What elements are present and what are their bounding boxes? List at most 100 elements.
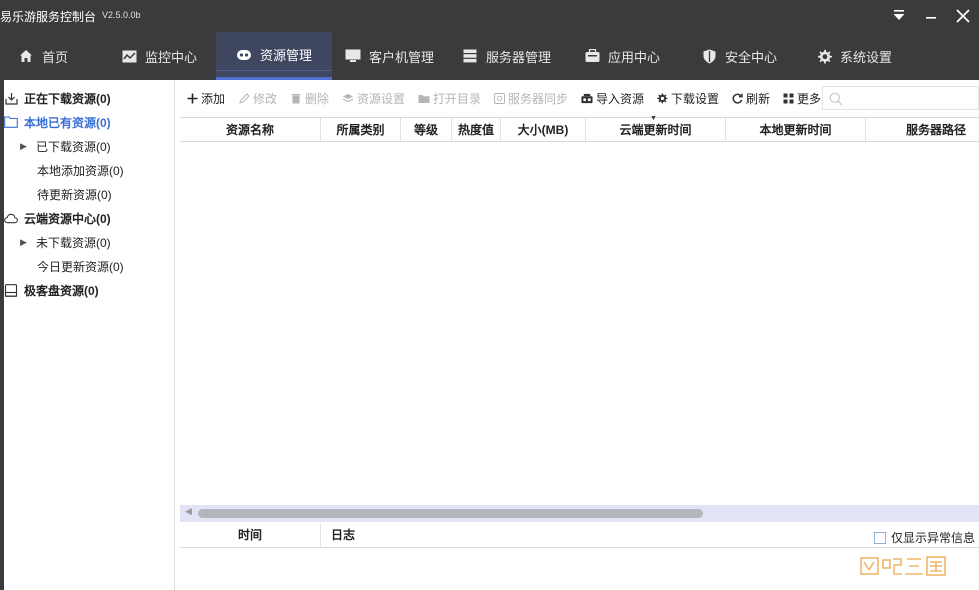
refresh-label: 刷新 xyxy=(746,91,771,106)
nav-client[interactable]: 客户机管理 xyxy=(345,32,434,80)
tree-label: 极客盘资源(0) xyxy=(24,283,99,298)
tree-node-local[interactable]: 本地已有资源(0) xyxy=(4,110,111,134)
grid-icon xyxy=(783,92,794,104)
gear-icon xyxy=(816,48,832,64)
tree-node-geek-disk[interactable]: 极客盘资源(0) xyxy=(4,278,99,302)
resource-settings-label: 资源设置 xyxy=(357,91,406,106)
tree-label: 待更新资源(0) xyxy=(37,187,112,202)
tree-node-cloud[interactable]: 云端资源中心(0) xyxy=(4,206,111,230)
add-label: 添加 xyxy=(201,91,226,106)
nav-resource[interactable]: 资源管理 xyxy=(216,32,332,80)
edit-label: 修改 xyxy=(253,91,278,106)
nav-label: 安全中心 xyxy=(725,49,778,65)
import-resource-label: 导入资源 xyxy=(596,91,645,106)
refresh-button[interactable]: 刷新 xyxy=(731,85,770,111)
nav-settings[interactable]: 系统设置 xyxy=(816,32,892,80)
pencil-icon xyxy=(238,92,250,104)
nav-security[interactable]: 安全中心 xyxy=(701,32,777,80)
column-header-name[interactable]: 资源名称 xyxy=(180,118,321,142)
folder-open-icon xyxy=(418,92,430,104)
app-version: V2.5.0.0b xyxy=(102,10,141,20)
column-header-level[interactable]: 等级 xyxy=(401,118,452,142)
delete-button[interactable]: 删除 xyxy=(290,85,329,111)
minimize-icon xyxy=(926,17,936,19)
disk-icon xyxy=(4,283,18,297)
download-settings-button[interactable]: 下载设置 xyxy=(656,85,719,111)
tree-label: 本地添加资源(0) xyxy=(37,163,124,178)
column-header-category[interactable]: 所属类别 xyxy=(321,118,401,142)
tree-node-pending-update[interactable]: 待更新资源(0) xyxy=(37,182,112,206)
tree-label: 未下载资源(0) xyxy=(36,235,111,250)
tree-node-not-downloaded[interactable]: ▶ 未下载资源(0) xyxy=(20,230,111,254)
resource-grid: 资源名称 所属类别 等级 热度值 大小(MB) 云端更新时间 本地更新时间 服务… xyxy=(180,115,979,505)
column-header-local-update[interactable]: 本地更新时间 xyxy=(726,118,866,142)
more-button[interactable]: 更多 xyxy=(783,85,821,111)
refresh-icon xyxy=(731,92,743,104)
nav-label: 首页 xyxy=(42,49,69,65)
open-directory-button[interactable]: 打开目录 xyxy=(418,85,481,111)
open-directory-label: 打开目录 xyxy=(433,91,482,106)
download-settings-label: 下载设置 xyxy=(671,91,720,106)
nav-server[interactable]: 服务器管理 xyxy=(462,32,551,80)
expand-arrow-icon[interactable]: ▶ xyxy=(20,141,28,152)
tree-label: 本地已有资源(0) xyxy=(24,115,111,130)
desktop-icon xyxy=(345,48,361,64)
search-input[interactable] xyxy=(822,86,979,110)
nav-monitor[interactable]: 监控中心 xyxy=(121,32,197,80)
scroll-left-icon[interactable]: ◀ xyxy=(185,506,192,517)
resource-tree: 正在下载资源(0) 本地已有资源(0) ▶ 已下载资源(0) 本地添加资源(0)… xyxy=(0,80,175,590)
column-header-heat[interactable]: 热度值 xyxy=(452,118,501,142)
caret-down-icon xyxy=(893,10,905,20)
minimize-button[interactable] xyxy=(921,6,941,26)
checkbox-box[interactable] xyxy=(874,531,886,544)
tree-label: 今日更新资源(0) xyxy=(37,259,124,274)
add-button[interactable]: 添加 xyxy=(186,85,225,111)
server-sync-label: 服务器同步 xyxy=(508,91,569,106)
column-header-log[interactable]: 日志 xyxy=(331,523,355,548)
tree-label: 正在下载资源(0) xyxy=(24,91,111,106)
nav-label: 服务器管理 xyxy=(486,49,552,65)
horizontal-scrollbar[interactable]: ◀ xyxy=(180,505,979,522)
layers-icon xyxy=(342,92,354,104)
delete-label: 删除 xyxy=(305,91,330,106)
sort-descending-icon: ▼ xyxy=(650,115,657,122)
edit-button[interactable]: 修改 xyxy=(238,85,277,111)
tree-label: 云端资源中心(0) xyxy=(24,211,111,226)
shield-icon xyxy=(701,48,717,64)
close-icon xyxy=(956,9,970,23)
gear-small-icon xyxy=(656,92,668,104)
column-header-size[interactable]: 大小(MB) xyxy=(501,118,586,142)
home-icon xyxy=(18,48,34,64)
expand-arrow-icon[interactable]: ▶ xyxy=(20,237,28,248)
nav-label: 资源管理 xyxy=(259,48,312,63)
import-icon xyxy=(581,92,593,104)
folder-icon xyxy=(4,115,18,129)
title-bar: 易乐游服务控制台 V2.5.0.0b xyxy=(0,0,979,32)
import-resource-button[interactable]: 导入资源 xyxy=(581,85,644,111)
tree-node-downloading[interactable]: 正在下载资源(0) xyxy=(4,86,111,110)
column-header-time[interactable]: 时间 xyxy=(180,523,321,548)
server-sync-button[interactable]: 服务器同步 xyxy=(493,85,568,111)
trash-icon xyxy=(290,92,302,104)
close-button[interactable] xyxy=(953,6,973,26)
monitor-chart-icon xyxy=(121,48,137,64)
server-icon xyxy=(462,48,478,64)
search-icon xyxy=(829,92,843,109)
cloud-icon xyxy=(4,211,18,225)
app-title: 易乐游服务控制台 xyxy=(0,10,97,24)
dropdown-menu-button[interactable] xyxy=(889,6,909,26)
log-header: 时间 日志 仅显示异常信息 xyxy=(180,523,979,548)
app-box-icon xyxy=(584,48,600,64)
tree-node-downloaded[interactable]: ▶ 已下载资源(0) xyxy=(20,134,111,158)
main-navbar: 首页 监控中心 资源管理 客户机管理 服务器管理 应用中心 安全中心 系统设置 xyxy=(0,32,979,80)
tree-node-local-added[interactable]: 本地添加资源(0) xyxy=(37,158,124,182)
tree-node-today-updated[interactable]: 今日更新资源(0) xyxy=(37,254,124,278)
column-header-server-path[interactable]: 服务器路径 xyxy=(866,118,979,142)
nav-home[interactable]: 首页 xyxy=(18,32,68,80)
resource-settings-button[interactable]: 资源设置 xyxy=(342,85,405,111)
nav-app-center[interactable]: 应用中心 xyxy=(584,32,660,80)
only-errors-checkbox[interactable]: 仅显示异常信息 xyxy=(874,529,975,546)
scrollbar-thumb[interactable] xyxy=(198,509,703,518)
nav-label: 系统设置 xyxy=(840,49,893,65)
grid-header: 资源名称 所属类别 等级 热度值 大小(MB) 云端更新时间 本地更新时间 服务… xyxy=(180,115,979,142)
